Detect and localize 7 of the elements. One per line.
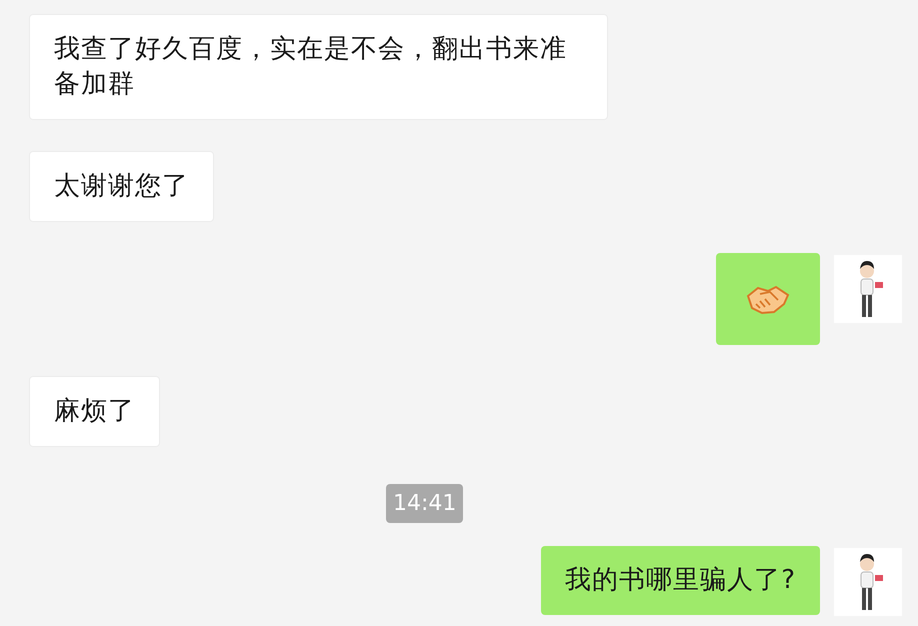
message-bubble[interactable]: 我的书哪里骗人了? — [541, 546, 820, 615]
timestamp: 14:41 — [386, 484, 464, 523]
avatar-drawing[interactable] — [834, 548, 902, 616]
avatar-drawing[interactable] — [834, 255, 902, 323]
message-bubble[interactable]: 我查了好久百度，实在是不会，翻出书来准备加群 — [29, 14, 608, 120]
message-bubble[interactable]: 麻烦了 — [29, 376, 160, 447]
message-bubble[interactable]: 太谢谢您了 — [29, 151, 214, 222]
